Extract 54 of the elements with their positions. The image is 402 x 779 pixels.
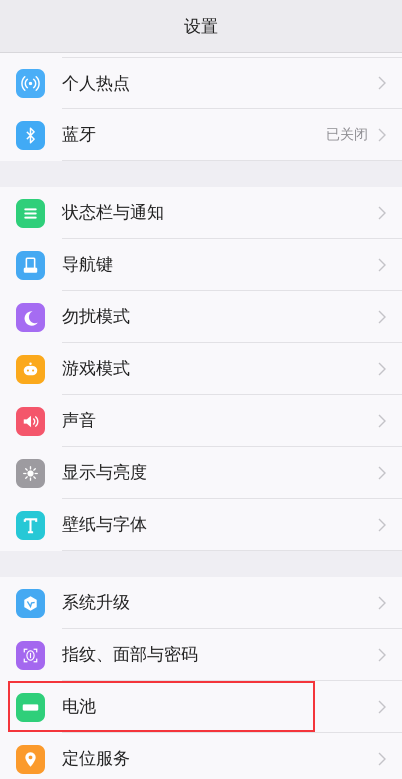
settings-row[interactable]: 系统升级 (0, 577, 402, 629)
sun-icon (16, 458, 45, 488)
chevron-icon (378, 700, 386, 714)
chevron-icon (378, 128, 386, 142)
chevron-icon (378, 76, 386, 90)
fingerprint-icon (16, 640, 45, 670)
letter-t-icon (16, 510, 45, 540)
chevron-icon (378, 596, 386, 610)
settings-row[interactable]: 勿扰模式 (0, 291, 402, 343)
chevron-icon (378, 310, 386, 324)
chevron-icon (378, 258, 386, 272)
device-icon (16, 250, 45, 280)
row-label: 蓝牙 (62, 124, 97, 146)
row-label: 壁纸与字体 (62, 514, 148, 536)
row-label: 显示与亮度 (62, 462, 148, 484)
chevron-icon (378, 648, 386, 662)
row-label: 导航键 (62, 254, 114, 276)
moon-icon (16, 302, 45, 332)
settings-row[interactable]: 导航键 (0, 239, 402, 291)
settings-row[interactable]: 指纹、面部与密码 (0, 629, 402, 681)
row-label: 状态栏与通知 (62, 202, 165, 224)
row-label: 指纹、面部与密码 (62, 644, 199, 666)
row-label: 游戏模式 (62, 358, 131, 380)
location-pin-icon (16, 744, 45, 774)
settings-row[interactable]: 电池 (0, 681, 402, 733)
screen-title: 设置 (184, 16, 218, 38)
hotspot-icon (16, 68, 45, 98)
gamepad-icon (16, 354, 45, 384)
settings-row[interactable]: 蓝牙 已关闭 (0, 109, 402, 161)
row-label: 声音 (62, 410, 97, 432)
settings-row[interactable]: 声音 (0, 395, 402, 447)
settings-row[interactable]: 壁纸与字体 (0, 499, 402, 551)
row-value: 已关闭 (326, 126, 368, 144)
settings-row[interactable]: 定位服务 (0, 733, 402, 779)
chevron-icon (378, 752, 386, 766)
chevron-icon (378, 518, 386, 532)
chevron-icon (378, 362, 386, 376)
speaker-icon (16, 406, 45, 436)
chevron-icon (378, 414, 386, 428)
chevron-icon (378, 466, 386, 480)
settings-row[interactable]: 显示与亮度 (0, 447, 402, 499)
list-icon (16, 198, 45, 228)
row-label: 定位服务 (62, 748, 131, 770)
battery-icon (16, 692, 45, 722)
row-label: 电池 (62, 696, 97, 718)
cube-icon (16, 588, 45, 618)
settings-row[interactable]: 游戏模式 (0, 343, 402, 395)
row-label: 个人热点 (62, 72, 131, 94)
row-label: 勿扰模式 (62, 306, 131, 328)
bluetooth-icon (16, 120, 45, 150)
settings-row[interactable]: 个人热点 (0, 57, 402, 109)
chevron-icon (378, 206, 386, 220)
settings-row[interactable]: 状态栏与通知 (0, 187, 402, 239)
row-label: 系统升级 (62, 592, 131, 614)
